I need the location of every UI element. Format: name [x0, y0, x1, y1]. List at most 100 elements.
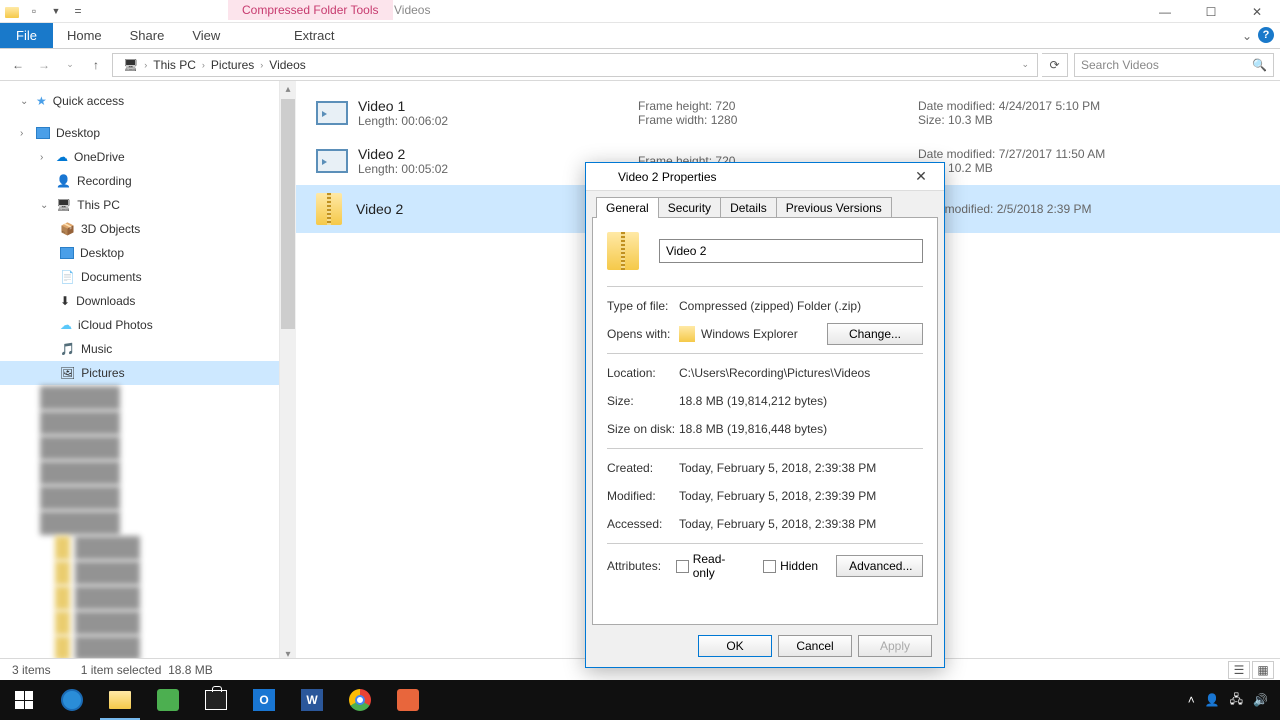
tree-item-redacted[interactable] [0, 461, 279, 485]
tray-chevron-icon[interactable]: ˄ [1188, 693, 1195, 707]
breadcrumb-videos[interactable]: Videos [263, 58, 311, 72]
extract-tab[interactable]: Extract [280, 23, 348, 48]
apply-button[interactable]: Apply [858, 635, 932, 657]
back-button[interactable]: ← [6, 53, 30, 77]
accessed-label: Accessed: [607, 517, 679, 531]
tree-onedrive[interactable]: ›☁OneDrive [0, 145, 279, 169]
file-name: Video 1 [358, 98, 638, 114]
tray-volume-icon[interactable]: 🔊 [1253, 693, 1268, 707]
taskbar-outlook[interactable]: O [240, 680, 288, 720]
details-view-button[interactable]: ☰ [1228, 661, 1250, 679]
scroll-thumb[interactable] [281, 99, 295, 329]
file-tab[interactable]: File [0, 23, 53, 48]
tree-desktop2[interactable]: Desktop [0, 241, 279, 265]
tiles-view-button[interactable]: ▦ [1252, 661, 1274, 679]
tab-security[interactable]: Security [658, 197, 721, 218]
video-thumb-icon [316, 101, 348, 125]
taskbar-app-green[interactable] [144, 680, 192, 720]
system-tray[interactable]: ˄ 👤 🖧 🔊 [1188, 680, 1280, 720]
tree-3dobjects[interactable]: 📦3D Objects [0, 217, 279, 241]
tree-item-redacted[interactable] [0, 586, 279, 610]
breadcrumb-thispc[interactable]: This PC [147, 58, 202, 72]
tree-item-redacted[interactable] [0, 486, 279, 510]
title-videos: Videos [380, 0, 444, 20]
dialog-close-button[interactable]: ✕ [906, 168, 936, 185]
dialog-titlebar[interactable]: Video 2 Properties ✕ [586, 163, 944, 191]
taskbar-explorer[interactable] [96, 680, 144, 720]
breadcrumb[interactable]: 🖥 › This PC › Pictures › Videos ⌄ [112, 53, 1038, 77]
window-titlebar: ▫ ▼ = Compressed Folder Tools Videos — ☐… [0, 0, 1280, 23]
recent-dropdown-icon[interactable]: ⌄ [58, 53, 82, 77]
tree-item-redacted[interactable] [0, 561, 279, 585]
help-icon[interactable]: ? [1258, 27, 1274, 43]
breadcrumb-pc-icon[interactable]: 🖥 [117, 58, 144, 72]
scroll-up-icon[interactable]: ▴ [285, 81, 290, 97]
explorer-icon [679, 326, 695, 342]
sizedisk-value: 18.8 MB (19,816,448 bytes) [679, 422, 923, 436]
search-input[interactable]: Search Videos 🔍 [1074, 53, 1274, 77]
breadcrumb-pictures[interactable]: Pictures [205, 58, 260, 72]
tree-icloud[interactable]: ☁iCloud Photos [0, 313, 279, 337]
change-button[interactable]: Change... [827, 323, 923, 345]
scrollbar[interactable]: ▴ ▾ [280, 81, 296, 662]
tree-thispc[interactable]: ⌄🖥This PC [0, 193, 279, 217]
share-tab[interactable]: Share [116, 23, 179, 48]
minimize-button[interactable]: — [1142, 0, 1188, 23]
tree-quick-access[interactable]: ⌄★Quick access [0, 89, 279, 113]
start-button[interactable] [0, 680, 48, 720]
status-selection: 1 item selected 18.8 MB [81, 663, 213, 677]
tree-item-redacted[interactable] [0, 411, 279, 435]
view-tab[interactable]: View [178, 23, 234, 48]
tree-item-redacted[interactable] [0, 536, 279, 560]
maximize-button[interactable]: ☐ [1188, 0, 1234, 23]
properties-qat-icon[interactable]: ▫ [26, 3, 42, 19]
desktop-icon [36, 127, 50, 139]
opens-value: Windows Explorer [701, 327, 798, 341]
tree-pictures[interactable]: 🖼Pictures [0, 361, 279, 385]
hidden-checkbox[interactable]: Hidden [763, 559, 818, 573]
advanced-button[interactable]: Advanced... [836, 555, 923, 577]
tree-music[interactable]: 🎵Music [0, 337, 279, 361]
file-row[interactable]: Video 1 Length: 00:06:02 Frame height: 7… [296, 89, 1280, 137]
tray-network-icon[interactable]: 🖧 [1230, 690, 1243, 711]
taskbar-edge[interactable] [48, 680, 96, 720]
tab-previous-versions[interactable]: Previous Versions [776, 197, 892, 218]
user-icon: 👤 [56, 174, 71, 188]
tree-item-redacted[interactable] [0, 511, 279, 535]
size-value: 18.8 MB (19,814,212 bytes) [679, 394, 923, 408]
filename-input[interactable] [659, 239, 923, 263]
tree-desktop[interactable]: ›Desktop [0, 121, 279, 145]
ribbon-collapse-icon[interactable]: ⌄ [1242, 29, 1252, 43]
taskbar-app-orange[interactable] [384, 680, 432, 720]
icloud-icon: ☁ [60, 318, 72, 332]
home-tab[interactable]: Home [53, 23, 116, 48]
refresh-button[interactable]: ⟳ [1042, 53, 1068, 77]
tree-recording[interactable]: 👤Recording [0, 169, 279, 193]
up-button[interactable]: ↑ [84, 53, 108, 77]
tree-item-redacted[interactable] [0, 611, 279, 635]
cancel-button[interactable]: Cancel [778, 635, 852, 657]
taskbar-word[interactable]: W [288, 680, 336, 720]
tab-general[interactable]: General [596, 197, 659, 218]
tree-item-redacted[interactable] [0, 386, 279, 410]
taskbar-store[interactable] [192, 680, 240, 720]
tree-documents[interactable]: 📄Documents [0, 265, 279, 289]
tree-item-redacted[interactable] [0, 636, 279, 660]
tree-downloads[interactable]: ⬇Downloads [0, 289, 279, 313]
tab-details[interactable]: Details [720, 197, 777, 218]
tree-item-redacted[interactable] [0, 436, 279, 460]
address-dropdown-icon[interactable]: ⌄ [1021, 59, 1033, 70]
tray-people-icon[interactable]: 👤 [1205, 693, 1220, 707]
ok-button[interactable]: OK [698, 635, 772, 657]
context-tab-compressed[interactable]: Compressed Folder Tools [228, 0, 393, 20]
created-label: Created: [607, 461, 679, 475]
video-thumb-icon [316, 149, 348, 173]
close-button[interactable]: ✕ [1234, 0, 1280, 23]
qat-overflow-icon[interactable]: = [70, 3, 86, 19]
taskbar-chrome[interactable] [336, 680, 384, 720]
qat-dropdown-icon[interactable]: ▼ [48, 3, 64, 19]
forward-button[interactable]: → [32, 53, 56, 77]
dialog-title: Video 2 Properties [618, 170, 906, 184]
documents-icon: 📄 [60, 270, 75, 284]
readonly-checkbox[interactable]: Read-only [676, 552, 745, 580]
